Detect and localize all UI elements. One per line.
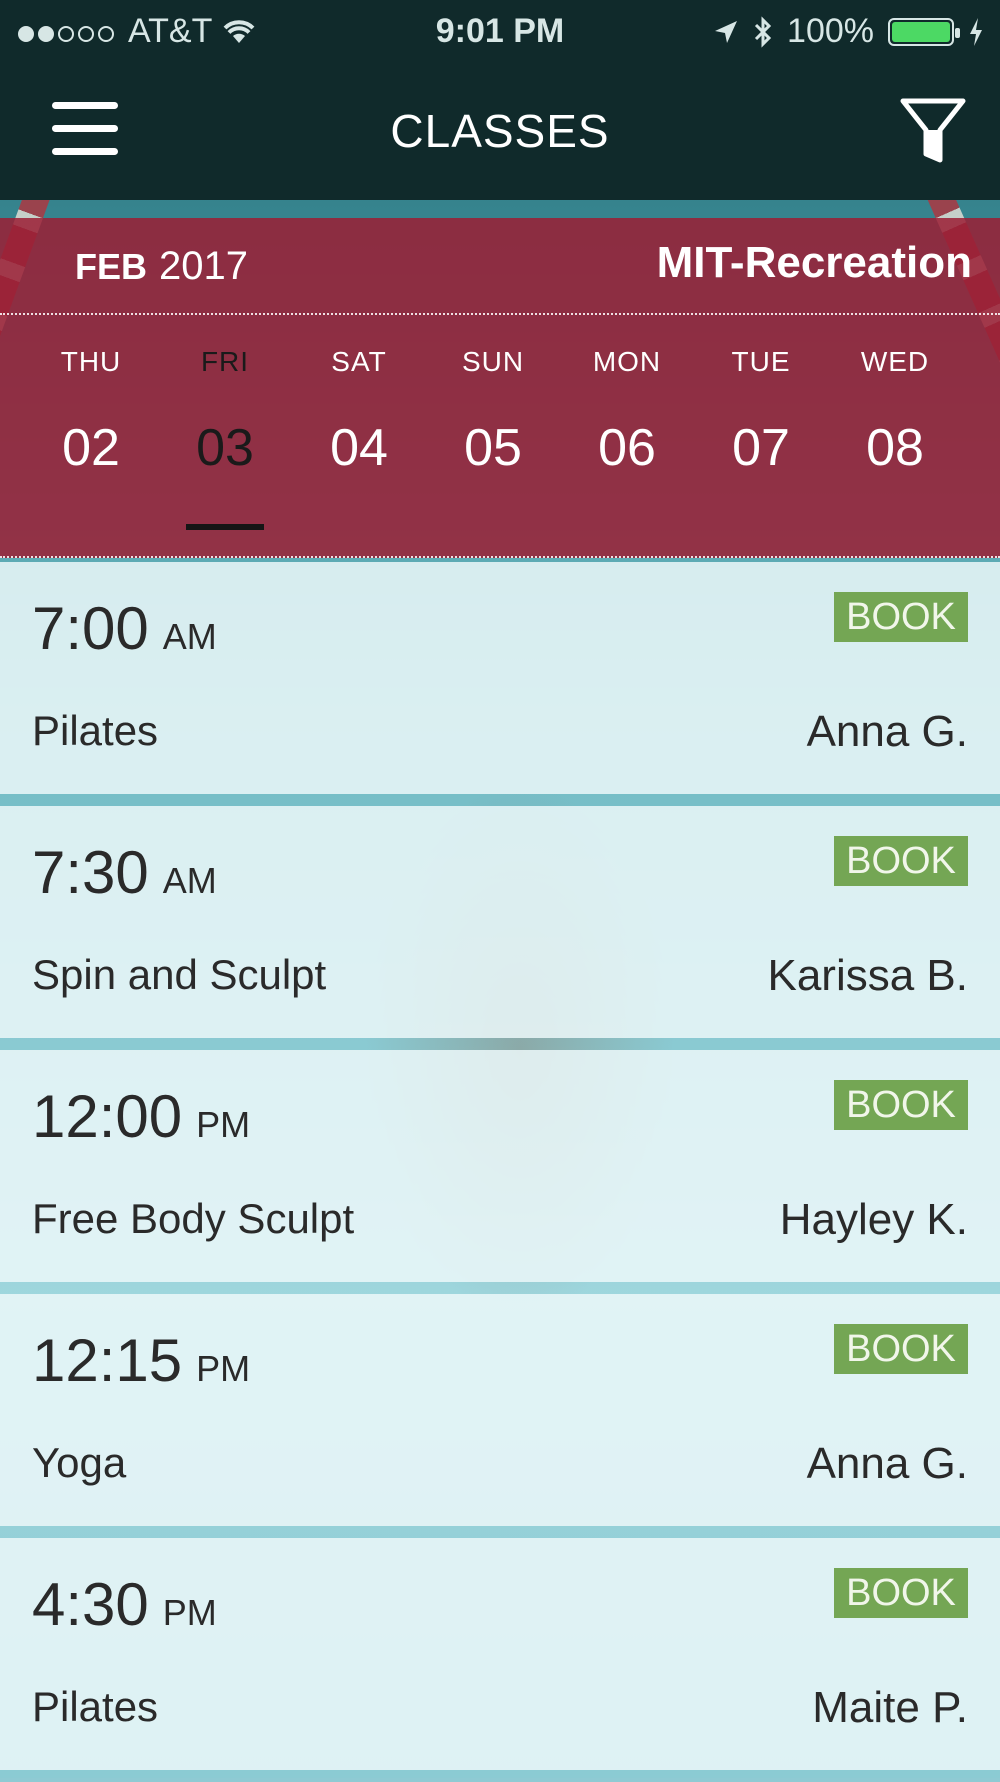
instructor-name: Anna G. xyxy=(806,707,968,756)
year-label: 2017 xyxy=(159,244,248,288)
day-sat[interactable]: SAT 04 xyxy=(292,346,426,478)
class-list: 7:00 AM BOOK Pilates Anna G. 7:30 AM BOOK … xyxy=(0,562,1000,1782)
class-card[interactable]: 4:30 PM BOOK Pilates Maite P. xyxy=(0,1538,1000,1770)
top-bar: AT&T 9:01 PM 100% CLASSES xyxy=(0,0,1000,200)
day-of-week: SUN xyxy=(461,346,525,377)
location-label[interactable]: MIT-Recreation xyxy=(657,238,972,288)
class-time: 12:15 PM xyxy=(32,1326,250,1395)
class-name: Yoga xyxy=(32,1439,127,1486)
instructor-name: Hayley K. xyxy=(779,1195,968,1244)
instructor-name: Maite P. xyxy=(812,1683,968,1732)
time-ampm: AM xyxy=(162,860,217,901)
day-number: 04 xyxy=(330,419,388,477)
class-card[interactable]: 12:00 PM BOOK Free Body Sculpt Hayley K. xyxy=(0,1050,1000,1282)
divider xyxy=(0,313,1000,315)
class-card[interactable]: 7:00 AM BOOK Pilates Anna G. xyxy=(0,562,1000,794)
day-of-week: THU xyxy=(60,346,122,377)
class-time: 4:30 PM xyxy=(32,1570,217,1639)
day-sun[interactable]: SUN 05 xyxy=(426,346,560,478)
book-button[interactable]: BOOK xyxy=(834,1324,968,1374)
class-time: 12:00 PM xyxy=(32,1082,250,1151)
day-fri-selected[interactable]: FRI 03 xyxy=(158,346,292,530)
class-time: 7:00 AM xyxy=(32,594,217,663)
day-of-week: SAT xyxy=(331,346,387,377)
day-number: 03 xyxy=(196,419,254,477)
day-of-week: FRI xyxy=(200,346,250,377)
time-value: 7:30 xyxy=(32,839,149,906)
status-bar: AT&T 9:01 PM 100% xyxy=(0,0,1000,62)
class-card[interactable]: 12:15 PM BOOK Yoga Anna G. xyxy=(0,1294,1000,1526)
time-value: 4:30 xyxy=(32,1571,149,1638)
day-number: 07 xyxy=(732,419,790,477)
instructor-name: Karissa B. xyxy=(767,951,968,1000)
day-thu[interactable]: THU 02 xyxy=(24,346,158,478)
day-number: 08 xyxy=(866,419,924,477)
class-name: Pilates xyxy=(32,1683,159,1730)
day-tue[interactable]: TUE 07 xyxy=(694,346,828,478)
day-number: 06 xyxy=(598,419,656,477)
time-ampm: PM xyxy=(196,1348,251,1389)
status-right: 100% xyxy=(713,12,984,51)
day-wed[interactable]: WED 08 xyxy=(828,346,962,478)
instructor-name: Anna G. xyxy=(806,1439,968,1488)
class-name: Spin and Sculpt xyxy=(32,951,327,998)
book-button[interactable]: BOOK xyxy=(834,1568,968,1618)
date-selector: FEB 2017 MIT-Recreation THU 02 FRI 03 SAT… xyxy=(0,218,1000,558)
time-ampm: AM xyxy=(162,616,217,657)
day-of-week: MON xyxy=(592,346,662,377)
book-button[interactable]: BOOK xyxy=(834,836,968,886)
day-of-week: TUE xyxy=(731,346,791,377)
day-number: 05 xyxy=(464,419,522,477)
class-card[interactable]: 7:30 AM BOOK Spin and Sculpt Karissa B. xyxy=(0,806,1000,1038)
bluetooth-icon xyxy=(754,15,772,48)
class-time: 7:30 AM xyxy=(32,838,217,907)
class-name: Free Body Sculpt xyxy=(32,1195,355,1242)
day-mon[interactable]: MON 06 xyxy=(560,346,694,478)
day-of-week: WED xyxy=(860,346,930,377)
page-title: CLASSES xyxy=(390,105,610,157)
time-ampm: PM xyxy=(196,1104,251,1145)
day-strip: THU 02 FRI 03 SAT 04 SUN 05 MON 06 TUE 0… xyxy=(24,346,974,530)
divider xyxy=(0,556,1000,558)
day-number: 02 xyxy=(62,419,120,477)
book-button[interactable]: BOOK xyxy=(834,1080,968,1130)
time-value: 12:00 xyxy=(32,1083,183,1150)
filter-icon[interactable] xyxy=(900,98,966,164)
month-year: FEB 2017 xyxy=(75,244,248,289)
charging-icon xyxy=(970,17,982,46)
battery-percent: 100% xyxy=(787,12,874,50)
month-label: FEB xyxy=(75,246,147,287)
time-value: 7:00 xyxy=(32,595,149,662)
time-value: 12:15 xyxy=(32,1327,183,1394)
book-button[interactable]: BOOK xyxy=(834,592,968,642)
class-name: Pilates xyxy=(32,707,159,754)
location-arrow-icon xyxy=(715,20,738,43)
battery-icon xyxy=(888,17,960,46)
time-ampm: PM xyxy=(162,1592,217,1633)
